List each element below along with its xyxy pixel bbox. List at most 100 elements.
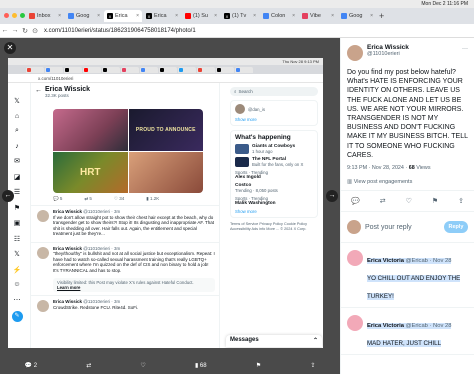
reply-author[interactable]: Erica Victoria [367, 323, 404, 329]
gmail-icon [29, 13, 35, 19]
tab-label: Vibe [310, 13, 321, 19]
premium-icon: 𝕏 [14, 251, 20, 258]
url-field[interactable]: x.com/11010erieri/status/186231906475801… [44, 28, 196, 34]
search-icon: ⌕ [15, 127, 19, 134]
bell-icon: ♪ [15, 142, 19, 150]
browser-tab[interactable]: X Erica × [143, 10, 181, 22]
share-icon[interactable]: ⇪ [458, 197, 464, 205]
show-more-link: Show more [235, 209, 257, 214]
close-tab-icon[interactable]: × [214, 13, 217, 19]
bar-chart-icon: ▥ [347, 179, 353, 186]
screenshot-tab [102, 66, 120, 73]
browser-tab[interactable]: Inbox × [26, 10, 64, 22]
screenshot-profile-header: ← Erica Wissick 32.3K posts [31, 83, 219, 107]
browser-tab-active[interactable]: X Erica × [104, 10, 142, 22]
post-text: Do you find my post below hateful? What'… [347, 69, 468, 159]
screenshot-tab [121, 66, 139, 73]
site-info-icon[interactable]: ⊙ [30, 27, 40, 35]
tab-label: Erica [154, 13, 167, 19]
close-icon[interactable]: ✕ [4, 42, 16, 54]
engagements-label: View post engagements [353, 179, 413, 186]
reply-button[interactable]: Reply [444, 221, 468, 234]
close-tab-icon[interactable]: × [97, 13, 100, 19]
reply-header: Erica Victoria @Ericab · Nov 28 [367, 323, 452, 330]
close-window-button[interactable] [4, 13, 9, 18]
like-button[interactable]: ♡ [140, 362, 145, 369]
browser-tab[interactable]: Goog × [65, 10, 103, 22]
reply-handle: @Ericab · Nov 28 [405, 323, 452, 330]
author-name[interactable]: Erica Wissick [367, 44, 470, 51]
reload-icon[interactable]: ↻ [20, 27, 30, 35]
post-actions: 💬 ⇄ ♡ ⚑ ⇪ [341, 191, 474, 213]
close-tab-icon[interactable]: × [331, 13, 334, 19]
close-tab-icon[interactable]: × [253, 13, 256, 19]
system-menu-bar: Mon Dec 2 11:16 PM [0, 0, 474, 8]
avatar[interactable] [347, 45, 363, 61]
reply-handle: @Ericab · Nov 28 [405, 258, 452, 265]
reply-handle: @11010erieri · 3m [83, 299, 121, 304]
maximize-window-button[interactable] [20, 13, 25, 18]
screenshot-tab-strip [8, 65, 323, 74]
reply-item[interactable]: Erica Victoria @Ericab · Nov 28 YO CHILL… [341, 243, 474, 309]
bookmark-button[interactable]: ⚑ [256, 362, 261, 369]
tab-label: Goog [76, 13, 90, 19]
tab-label: Goog [349, 13, 363, 19]
minimize-window-button[interactable] [12, 13, 17, 18]
reply-handle: @11010erieri · 3m [83, 245, 121, 251]
reply-button[interactable]: 💬 2 [25, 362, 37, 369]
post-timestamp[interactable]: 9:13 PM · Nov 28, 2024 · [347, 165, 409, 171]
repost-count: ⇄ 5 [84, 196, 92, 201]
avatar[interactable] [347, 250, 363, 267]
screenshot-x-sidebar: 𝕏 ⌂ ⌕ ♪ ✉ ◪ ☰ ⚑ ▣ ☷ 𝕏 ⚡ ☺ ⋯ ✎ [10, 97, 24, 322]
close-tab-icon[interactable]: × [136, 13, 139, 19]
browser-tab[interactable]: X (1) Tv × [221, 10, 259, 22]
trend-thumbnail [235, 157, 249, 167]
reply-text: "they/thou/thy" is bullshit and not at a… [53, 251, 215, 273]
screenshot-tab [83, 66, 101, 73]
x-logo-icon: 𝕏 [14, 98, 20, 105]
reply-header: Erica Victoria @Ericab · Nov 28 [367, 258, 452, 265]
previous-photo-icon[interactable]: ← [2, 190, 14, 202]
screenshot-reply: Erica Wissick @11010erieri · 3m CrowdStr… [31, 295, 219, 312]
repost-icon[interactable]: ⇄ [380, 197, 386, 205]
jobs-icon: ▣ [13, 220, 21, 227]
like-icon[interactable]: ♡ [406, 197, 412, 205]
media-caption: HRT [79, 166, 101, 178]
who-to-follow-box: @dan_is Show more [230, 100, 318, 126]
forward-arrow-icon[interactable]: → [10, 27, 20, 34]
back-arrow-icon[interactable]: ← [0, 27, 10, 34]
next-photo-icon[interactable]: → [326, 190, 338, 202]
google-icon [341, 13, 347, 19]
reply-count: 💬 5 [53, 196, 63, 201]
screenshot-reply: Erica Wissick @11010erieri · 3m If we do… [31, 205, 219, 239]
trend-title: Alex Ingold [235, 175, 261, 180]
close-tab-icon[interactable]: × [58, 13, 61, 19]
reply-icon[interactable]: 💬 [351, 197, 360, 205]
author-handle[interactable]: @11010erieri [367, 51, 470, 57]
learn-more-link: Learn more [57, 285, 81, 290]
views-button[interactable]: ▮ 68 [195, 362, 207, 369]
reply-input[interactable]: Post your reply [365, 224, 440, 231]
view-count: ▮ 1.2K [146, 196, 160, 201]
trend-title: Malik Washington [235, 201, 276, 206]
reply-author: Erica Wissick [53, 245, 82, 251]
screenshot-tab [178, 66, 196, 73]
repost-button[interactable]: ⇄ [86, 362, 91, 369]
avatar[interactable] [347, 315, 363, 332]
browser-tab[interactable]: (1) Su × [182, 10, 220, 22]
reply-author[interactable]: Erica Victoria [367, 258, 404, 264]
close-tab-icon[interactable]: × [292, 13, 295, 19]
browser-tab[interactable]: Colon × [260, 10, 298, 22]
close-tab-icon[interactable]: × [370, 13, 373, 19]
browser-tab[interactable]: Goog × [338, 10, 376, 22]
more-options-icon[interactable]: ··· [462, 46, 468, 52]
screenshot-media-grid: PROUD TO ANNOUNCE HRT [53, 109, 203, 193]
share-button[interactable]: ⇪ [310, 362, 315, 369]
reply-item[interactable]: Erica Victoria @Ericab · Nov 28 MAD HATE… [341, 308, 474, 356]
new-tab-button[interactable]: + [379, 11, 384, 21]
close-tab-icon[interactable]: × [175, 13, 178, 19]
avatar [347, 220, 361, 235]
browser-tab[interactable]: Vibe × [299, 10, 337, 22]
bookmark-icon[interactable]: ⚑ [432, 197, 438, 205]
view-engagements-link[interactable]: ▥ View post engagements [341, 171, 474, 192]
